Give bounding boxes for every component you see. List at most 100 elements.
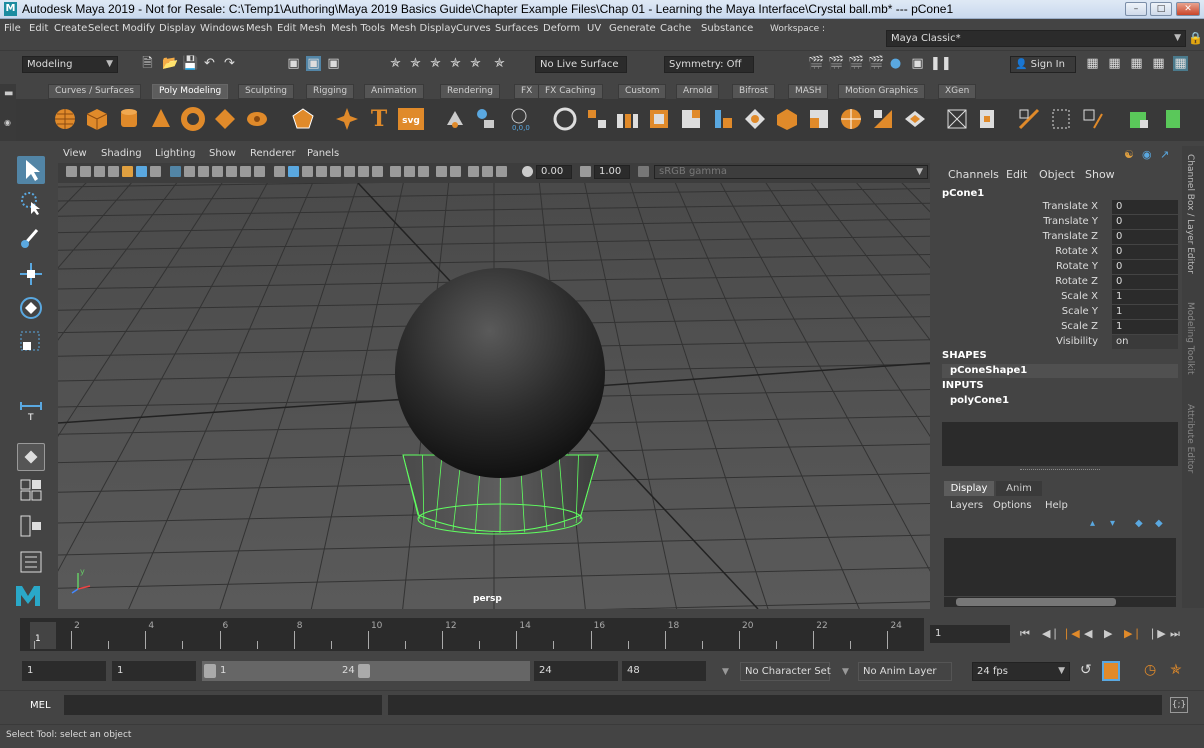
single-perspective-view-icon[interactable] (17, 443, 45, 471)
menuset-dropdown[interactable]: Modeling ▼ (22, 56, 118, 73)
paint-select-tool-icon[interactable] (17, 224, 45, 252)
uv-editor-icon[interactable] (1016, 106, 1042, 132)
use-all-lights-icon[interactable] (344, 166, 355, 177)
menu-mesh[interactable]: Mesh (246, 23, 272, 34)
attr-value-rotate-z[interactable]: 0 (1112, 275, 1178, 289)
attr-value-scale-x[interactable]: 1 (1112, 290, 1178, 304)
color-management-icon[interactable] (638, 166, 649, 177)
attr-value-rotate-x[interactable]: 0 (1112, 245, 1178, 259)
xray-icon[interactable] (330, 166, 341, 177)
menu-deform[interactable]: Deform (543, 23, 580, 34)
append-polygon-icon[interactable] (678, 106, 704, 132)
menu-display[interactable]: Display (159, 23, 196, 34)
shelf-tab-arnold[interactable]: Arnold (676, 84, 720, 99)
layer-list[interactable] (944, 538, 1176, 596)
panel-menu-renderer[interactable]: Renderer (250, 148, 296, 159)
channel-box-icon[interactable]: ▦ (1151, 56, 1166, 71)
scene-end-field[interactable]: 48 (622, 661, 706, 681)
character-set-dropdown[interactable]: No Character Set (740, 662, 831, 681)
layout-icon[interactable]: ▦ (1173, 56, 1188, 71)
step-back-key-icon[interactable]: ❘◀ (1062, 627, 1080, 640)
channels-menu[interactable]: Channels (948, 168, 999, 181)
two-d-pan-zoom-icon[interactable] (122, 166, 133, 177)
live-surface-field[interactable]: No Live Surface (535, 56, 627, 73)
film-gate-icon[interactable] (184, 166, 195, 177)
snap-view-icon[interactable]: ✯ (448, 56, 463, 71)
shelf-tab-motion-graphics[interactable]: Motion Graphics (838, 84, 926, 99)
lasso-tool-icon[interactable] (17, 190, 45, 218)
sign-in-button[interactable]: 👤 Sign In (1010, 56, 1076, 73)
bookmark-icon[interactable] (94, 166, 105, 177)
render-view-icon[interactable]: 🎬 (808, 56, 824, 71)
snap-point-icon[interactable]: ✯ (428, 56, 443, 71)
wedge-icon[interactable] (902, 106, 928, 132)
shelf-tab-fx[interactable]: FX (514, 84, 540, 99)
scale-tool-icon[interactable] (17, 328, 45, 356)
tab-attribute-editor[interactable]: Attribute Editor (1185, 404, 1195, 473)
poly-plane-icon[interactable] (212, 106, 238, 132)
modeling-toolkit-icon[interactable]: ▦ (1085, 56, 1100, 71)
image-plane-icon[interactable] (108, 166, 119, 177)
command-input[interactable] (64, 695, 382, 715)
extrude-icon[interactable] (552, 106, 578, 132)
default-material-icon[interactable] (302, 166, 313, 177)
channels-object-menu[interactable]: Object (1039, 168, 1075, 181)
separate-icon[interactable] (472, 106, 498, 132)
range-slider[interactable]: 1 24 (202, 661, 530, 681)
new-scene-icon[interactable]: 🗎 (140, 56, 155, 71)
command-language-label[interactable]: MEL (30, 700, 51, 711)
pen-icon[interactable] (150, 166, 161, 177)
runner-icon[interactable]: ✯ (1170, 662, 1182, 678)
tool-settings-icon[interactable]: ▦ (1129, 56, 1144, 71)
menu-windows[interactable]: Windows (200, 23, 245, 34)
save-scene-icon[interactable]: 💾 (182, 56, 198, 71)
maximize-button[interactable]: □ (1150, 2, 1172, 16)
minimize-button[interactable]: – (1125, 2, 1147, 16)
poly-disc-icon[interactable] (244, 106, 270, 132)
layer-scrollbar[interactable] (944, 597, 1176, 607)
attr-value-rotate-y[interactable]: 0 (1112, 260, 1178, 274)
camera-select-icon[interactable] (66, 166, 77, 177)
grease-pencil-icon[interactable] (136, 166, 147, 177)
menu-file[interactable]: File (4, 23, 21, 34)
outliner-layout-icon[interactable] (17, 548, 45, 576)
poly-cone-icon[interactable] (148, 106, 174, 132)
poly-torus-icon[interactable] (180, 106, 206, 132)
average-vertices-icon[interactable]: 0,0,0 (506, 106, 532, 132)
tab-anim[interactable]: Anim (996, 481, 1042, 496)
shelf-tab-poly-modeling[interactable]: Poly Modeling (152, 84, 229, 99)
exposure-dial-icon[interactable] (522, 166, 533, 177)
color-space-dropdown[interactable]: sRGB gamma ▼ (654, 165, 928, 179)
poke-face-icon[interactable] (870, 106, 896, 132)
attr-value-scale-z[interactable]: 1 (1112, 320, 1178, 334)
object-name[interactable]: pCone1 (942, 188, 984, 199)
play-backwards-icon[interactable]: ◀ (1084, 627, 1092, 640)
select-tool-icon[interactable] (17, 156, 45, 184)
platonic-solid-icon[interactable] (290, 106, 316, 132)
perspective-viewport[interactable]: y persp (58, 183, 930, 609)
layers-menu[interactable]: Layers (950, 500, 983, 511)
go-to-end-icon[interactable]: ⏭ (1170, 627, 1180, 641)
menu-mesh-display[interactable]: Mesh Display (390, 23, 456, 34)
smooth-shade-icon[interactable] (288, 166, 299, 177)
symmetry-dropdown[interactable]: Symmetry: Off (664, 56, 754, 73)
menu-edit[interactable]: Edit (29, 23, 48, 34)
channels-show-menu[interactable]: Show (1085, 168, 1115, 181)
range-start-handle[interactable] (204, 664, 216, 678)
fps-dropdown[interactable]: 24 fps ▼ (972, 662, 1070, 681)
step-forward-frame-icon[interactable]: ❘▶ (1148, 627, 1166, 640)
anim-layer-dropdown[interactable]: No Anim Layer (858, 662, 952, 681)
shadows-icon[interactable] (358, 166, 369, 177)
shelf-tab-rigging[interactable]: Rigging (306, 84, 355, 99)
channel-settings-icon[interactable]: ☯ (1124, 148, 1134, 161)
menu-modify[interactable]: Modify (122, 23, 155, 34)
xray-joints-icon[interactable] (450, 166, 461, 177)
select-component-icon[interactable]: ▣ (326, 56, 341, 71)
menu-surfaces[interactable]: Surfaces (495, 23, 538, 34)
shelf-tab-mash[interactable]: MASH (788, 84, 829, 99)
shelf-tab-custom[interactable]: Custom (618, 84, 667, 99)
attr-value-translate-y[interactable]: 0 (1112, 215, 1178, 229)
attribute-editor-icon[interactable]: ▦ (1107, 56, 1122, 71)
shelf-tab-animation[interactable]: Animation (364, 84, 424, 99)
panel-menu-lighting[interactable]: Lighting (155, 148, 195, 159)
